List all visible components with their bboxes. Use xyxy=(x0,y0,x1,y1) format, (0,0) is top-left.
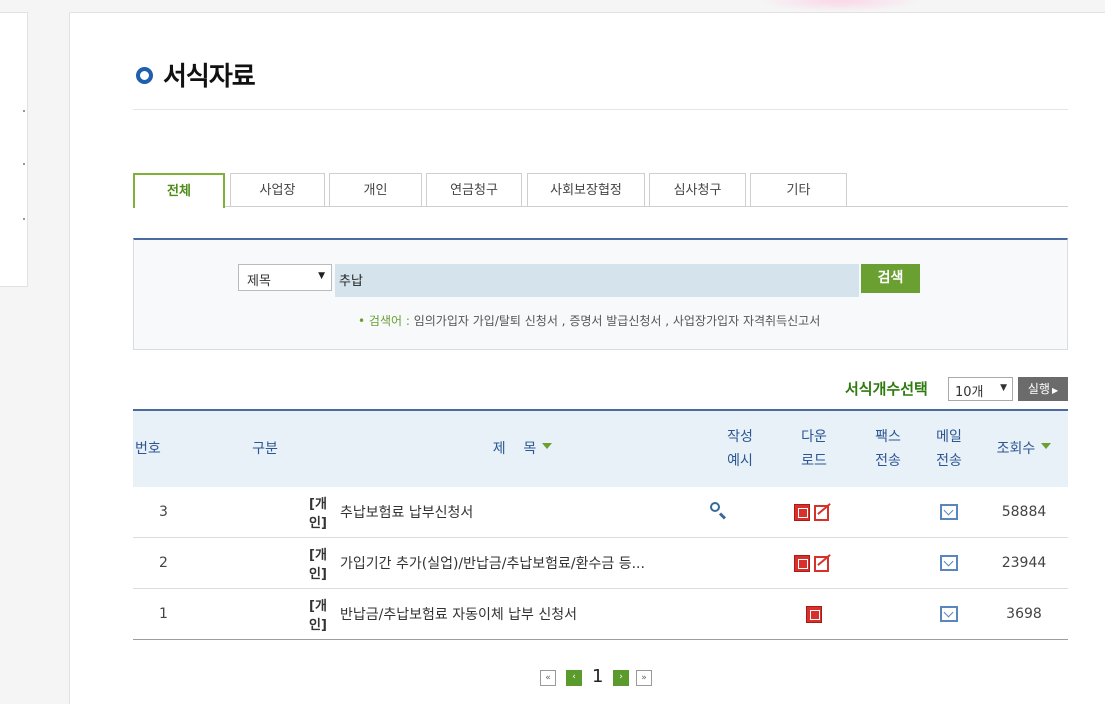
panel-dot xyxy=(23,218,25,220)
hint-label: 검색어 : xyxy=(368,314,410,328)
mail-icon[interactable] xyxy=(940,606,958,622)
search-field-select[interactable]: 제목 ▼ xyxy=(238,264,332,291)
mail-cell xyxy=(918,537,980,589)
col-header-views[interactable]: 조회수 xyxy=(980,409,1068,487)
tab-pension-claim[interactable]: 연금청구 xyxy=(426,173,522,206)
search-input[interactable]: 추납 xyxy=(335,264,859,297)
fax-cell xyxy=(858,588,918,640)
example-cell xyxy=(710,588,770,640)
row-category: [개인] xyxy=(195,487,335,538)
search-hint: • 검색어 : 임의가입자 가입/탈퇴 신청서 , 증명서 발급신청서 , 사업… xyxy=(358,312,820,329)
download-cell xyxy=(770,487,858,538)
title-divider xyxy=(133,109,1068,110)
col-header-fax-line1: 팩스 xyxy=(875,429,901,445)
col-header-download-line1: 다운 xyxy=(801,429,827,445)
count-label: 서식개수선택 xyxy=(845,380,928,398)
fax-cell xyxy=(858,487,918,538)
mail-cell xyxy=(918,487,980,538)
row-views: 3698 xyxy=(980,588,1068,640)
tab-social-security-agreement[interactable]: 사회보장협정 xyxy=(527,173,645,206)
tab-workplace[interactable]: 사업장 xyxy=(230,173,325,206)
col-header-fax-line2: 전송 xyxy=(875,453,901,469)
row-title-link[interactable]: 추납보험료 납부신청서 xyxy=(335,487,710,538)
col-header-example-line2: 예시 xyxy=(727,453,753,469)
current-page[interactable]: 1 xyxy=(592,666,603,687)
run-button[interactable]: 실행 ▶ xyxy=(1018,377,1068,401)
hint-bullet-icon: • xyxy=(358,314,366,328)
row-category: [개인] xyxy=(195,537,335,589)
example-cell xyxy=(710,487,770,538)
col-header-views-label: 조회수 xyxy=(996,441,1036,457)
fax-cell xyxy=(858,537,918,589)
next-page-button[interactable]: › xyxy=(613,670,629,686)
dropdown-arrow-icon: ▼ xyxy=(1000,383,1007,393)
hint-text: 임의가입자 가입/탈퇴 신청서 , 증명서 발급신청서 , 사업장가입자 자격취… xyxy=(413,314,821,328)
col-header-example: 작성예시 xyxy=(710,409,770,487)
col-header-fax: 팩스전송 xyxy=(858,409,918,487)
row-number: 3 xyxy=(133,487,195,538)
pdf-download-icon[interactable] xyxy=(812,503,834,521)
row-views: 58884 xyxy=(980,487,1068,538)
download-cell xyxy=(770,588,858,640)
download-cell xyxy=(770,537,858,589)
decorative-glow xyxy=(760,0,920,12)
hwp-download-icon[interactable] xyxy=(806,605,822,623)
page-title: 서식자료 xyxy=(163,62,256,92)
search-field-value: 제목 xyxy=(247,274,271,289)
tab-all[interactable]: 전체 xyxy=(133,173,225,208)
left-side-panel xyxy=(0,12,28,287)
dropdown-arrow-icon: ▼ xyxy=(318,271,325,281)
tab-individual[interactable]: 개인 xyxy=(329,173,422,206)
run-button-label: 실행 xyxy=(1027,382,1050,396)
col-header-mail-line2: 전송 xyxy=(936,453,962,469)
pdf-download-icon[interactable] xyxy=(812,554,834,572)
sort-down-icon xyxy=(1041,443,1052,449)
sort-down-icon xyxy=(542,443,553,449)
row-number: 1 xyxy=(133,588,195,640)
table-row: 2 [개인] 가입기간 추가(실업)/반납금/추납보험료/환수금 등... 23… xyxy=(133,537,1068,589)
col-header-title[interactable]: 제 목 xyxy=(335,409,710,487)
panel-dot xyxy=(23,110,25,112)
panel-dot xyxy=(23,163,25,165)
title-bullet-icon xyxy=(136,67,153,84)
row-title-link[interactable]: 반납금/추납보험료 자동이체 납부 신청서 xyxy=(335,588,710,640)
row-title-link[interactable]: 가입기간 추가(실업)/반납금/추납보험료/환수금 등... xyxy=(335,537,710,589)
magnifier-icon[interactable] xyxy=(710,502,727,520)
col-header-download-line2: 로드 xyxy=(801,453,827,469)
mail-icon[interactable] xyxy=(940,555,958,571)
table-header-row: 번호 구분 제 목 작성예시 다운로드 팩스전송 메일전송 조회수 xyxy=(133,409,1068,487)
category-tabs: 전체 사업장 개인 연금청구 사회보장협정 심사청구 기타 xyxy=(133,173,1068,208)
prev-page-button[interactable]: ‹ xyxy=(566,670,582,686)
col-header-category: 구분 xyxy=(195,409,335,487)
tabs-underline xyxy=(133,206,1068,207)
play-arrow-icon: ▶ xyxy=(1051,386,1059,395)
example-cell xyxy=(710,537,770,589)
mail-cell xyxy=(918,588,980,640)
top-bar xyxy=(0,0,1105,12)
col-header-mail-line1: 메일 xyxy=(936,429,962,445)
col-header-mail: 메일전송 xyxy=(918,409,980,487)
tab-review-claim[interactable]: 심사청구 xyxy=(649,173,746,206)
hwp-download-icon[interactable] xyxy=(794,554,810,572)
search-button[interactable]: 검색 xyxy=(861,264,920,293)
count-value: 10개 xyxy=(955,385,984,400)
col-header-title-label: 제 목 xyxy=(492,441,537,457)
col-header-download: 다운로드 xyxy=(770,409,858,487)
hwp-download-icon[interactable] xyxy=(794,503,810,521)
mail-icon[interactable] xyxy=(940,504,958,520)
forms-table: 번호 구분 제 목 작성예시 다운로드 팩스전송 메일전송 조회수 3 [개인]… xyxy=(133,409,1068,640)
table-row: 1 [개인] 반납금/추납보험료 자동이체 납부 신청서 3698 xyxy=(133,588,1068,640)
table-row: 3 [개인] 추납보험료 납부신청서 58884 xyxy=(133,487,1068,538)
col-header-no: 번호 xyxy=(133,409,195,487)
tab-etc[interactable]: 기타 xyxy=(750,173,847,206)
count-select[interactable]: 10개 ▼ xyxy=(948,377,1013,401)
last-page-button[interactable]: » xyxy=(636,670,652,686)
row-category: [개인] xyxy=(195,588,335,640)
col-header-example-line1: 작성 xyxy=(727,429,753,445)
first-page-button[interactable]: « xyxy=(540,670,556,686)
row-views: 23944 xyxy=(980,537,1068,589)
row-number: 2 xyxy=(133,537,195,589)
